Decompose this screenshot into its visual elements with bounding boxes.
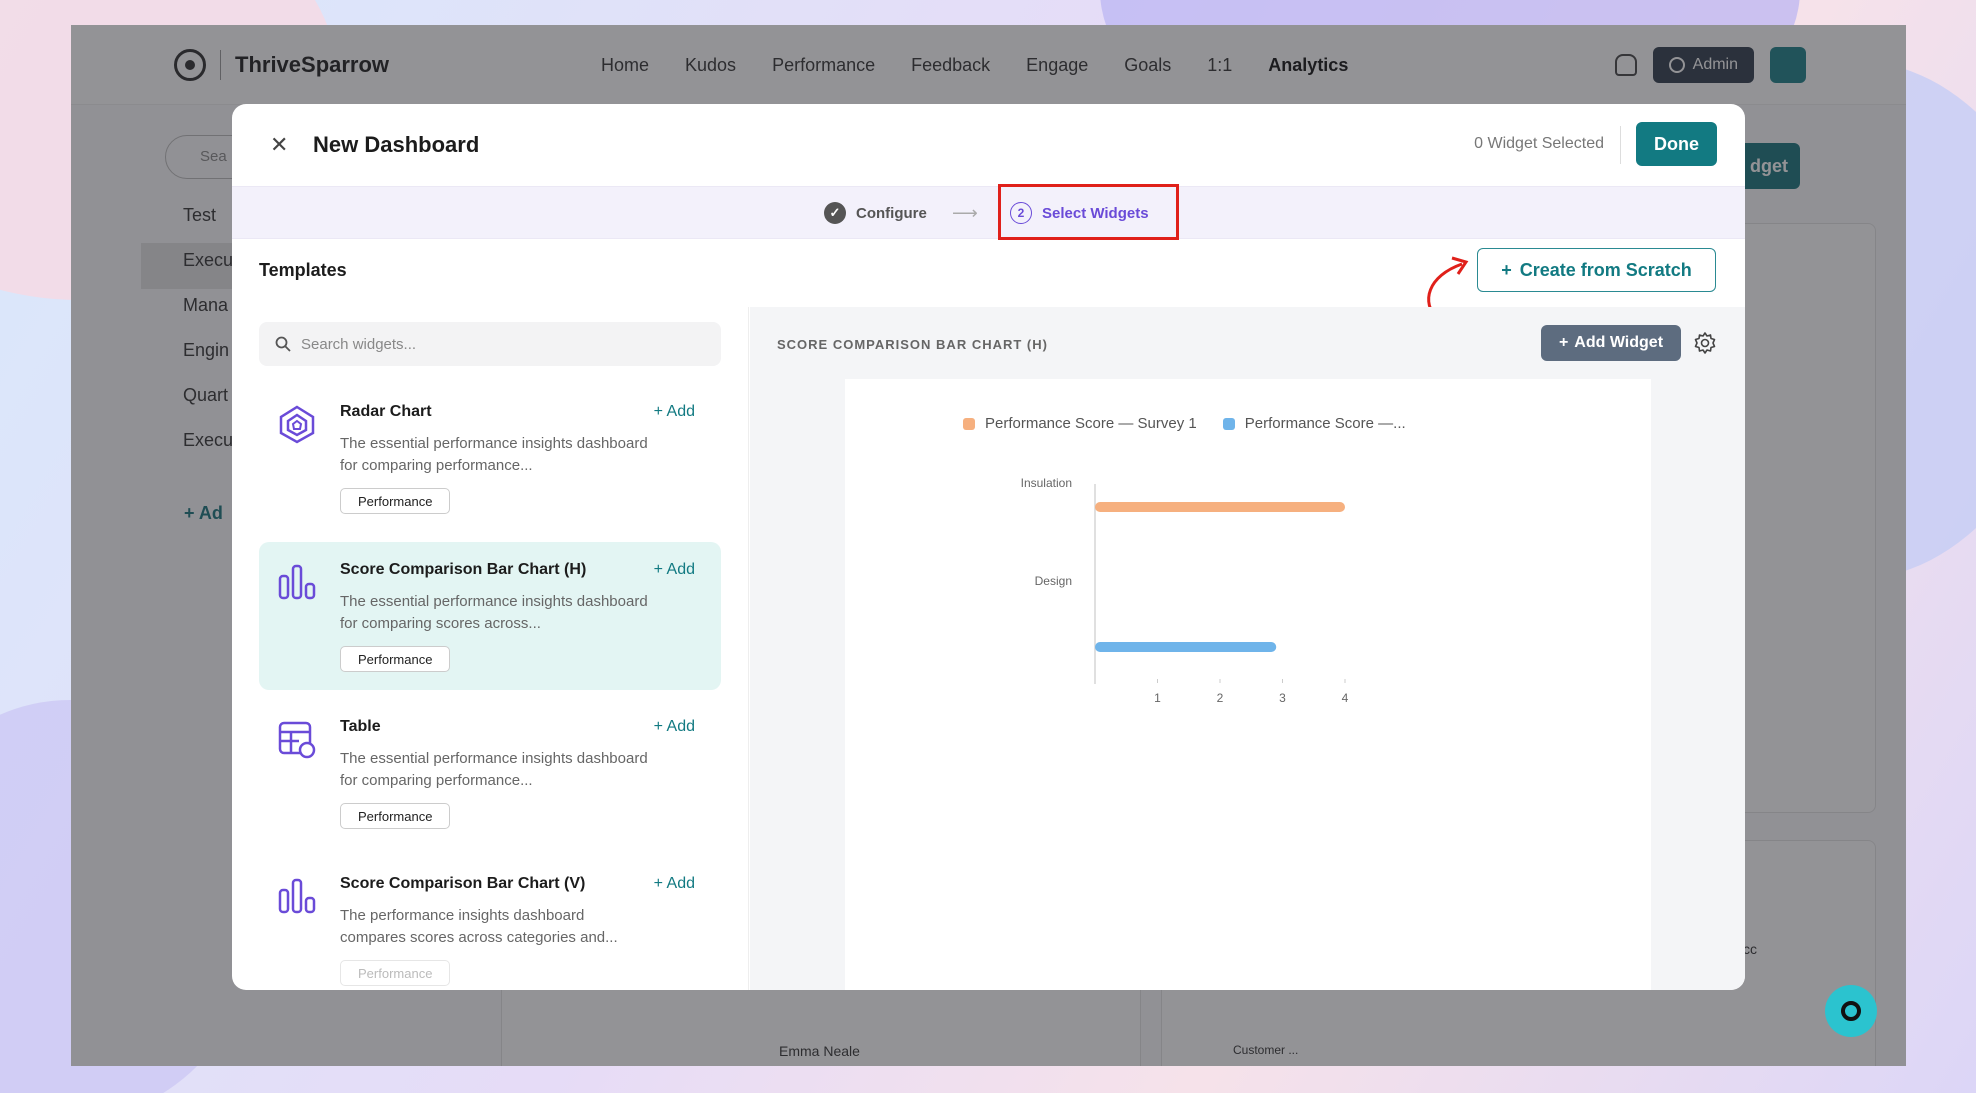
template-card-table[interactable]: Table + Add The essential performance in…	[259, 699, 721, 847]
add-widget-button[interactable]: + Add Widget	[1541, 325, 1681, 361]
table-icon	[278, 721, 316, 759]
chart-card: Performance Score — Survey 1 Performance…	[845, 379, 1651, 990]
new-dashboard-modal: ✕ New Dashboard 0 Widget Selected Done ✓…	[232, 104, 1745, 990]
bar-chart: Insulation Design 1 2 3 4	[1021, 476, 1349, 705]
close-icon[interactable]: ✕	[270, 132, 288, 158]
step-configure[interactable]: ✓ Configure	[824, 202, 927, 224]
legend-item[interactable]: Performance Score —...	[1222, 415, 1406, 432]
add-template-button[interactable]: + Add	[654, 561, 695, 579]
template-tag: Performance	[340, 646, 451, 672]
x-tick-label: 1	[1154, 691, 1161, 705]
template-description: The essential performance insights dashb…	[340, 435, 648, 474]
template-tag: Performance	[340, 488, 451, 514]
template-name: Table	[340, 718, 381, 735]
create-from-scratch-button[interactable]: + Create from Scratch	[1477, 248, 1716, 292]
x-tick-label: 2	[1217, 691, 1224, 705]
template-name: Radar Chart	[340, 403, 432, 420]
template-card-bar-v[interactable]: Score Comparison Bar Chart (V) + Add The…	[259, 856, 721, 990]
check-circle-icon: ✓	[824, 202, 846, 224]
chat-launcher-button[interactable]	[1825, 985, 1877, 1037]
plus-icon: +	[1558, 334, 1569, 351]
template-card-radar[interactable]: Radar Chart + Add The essential performa…	[259, 384, 721, 532]
preview-pane: SCORE COMPARISON BAR CHART (H) + Add Wid…	[750, 307, 1745, 990]
template-description: The performance insights dashboard compa…	[340, 907, 618, 946]
step-label: Configure	[856, 204, 927, 222]
template-card-bar-h[interactable]: Score Comparison Bar Chart (H) + Add The…	[259, 542, 721, 690]
step-label: Select Widgets	[1042, 204, 1149, 222]
category-label: Design	[1035, 574, 1072, 588]
bar	[1095, 502, 1345, 512]
templates-title: Templates	[259, 260, 347, 280]
search-widgets-field[interactable]	[259, 322, 721, 366]
template-description: The essential performance insights dashb…	[340, 750, 648, 789]
template-description: The essential performance insights dashb…	[340, 593, 648, 632]
step-select-widgets[interactable]: 2 Select Widgets	[1010, 202, 1149, 224]
add-widget-label: Add Widget	[1574, 334, 1664, 351]
modal-header: ✕ New Dashboard 0 Widget Selected Done	[232, 104, 1745, 186]
legend-swatch	[1222, 417, 1235, 430]
arrow-right-icon: ⟶	[952, 203, 978, 223]
category-label: Insulation	[1021, 476, 1072, 490]
stepper: ✓ Configure ⟶ 2 Select Widgets	[232, 184, 1745, 240]
done-button[interactable]: Done	[1636, 122, 1717, 166]
preview-title: SCORE COMPARISON BAR CHART (H)	[777, 337, 1048, 352]
search-icon	[275, 336, 291, 352]
add-template-button[interactable]: + Add	[654, 403, 695, 421]
template-tag: Performance	[340, 803, 451, 829]
modal-title: New Dashboard	[313, 132, 480, 157]
add-template-button[interactable]: + Add	[654, 718, 695, 736]
x-tick-label: 3	[1279, 691, 1286, 705]
add-template-button[interactable]: + Add	[654, 875, 695, 893]
template-name: Score Comparison Bar Chart (V)	[340, 875, 586, 892]
bar	[1095, 642, 1277, 652]
chat-icon	[1841, 1001, 1861, 1021]
legend-swatch	[963, 417, 975, 430]
templates-pane: Radar Chart + Add The essential performa…	[232, 307, 749, 990]
step-number: 2	[1010, 202, 1032, 224]
bar-chart-icon	[278, 878, 316, 914]
template-tag: Performance	[340, 960, 451, 986]
bar-chart-icon	[278, 564, 316, 600]
header-divider	[1620, 126, 1621, 164]
plus-icon: +	[1501, 259, 1512, 280]
radar-icon	[279, 405, 315, 444]
create-from-scratch-label: Create from Scratch	[1519, 259, 1692, 280]
legend-label: Performance Score —...	[1244, 415, 1406, 432]
widget-selected-count: 0 Widget Selected	[1474, 135, 1604, 152]
chart-legend: Performance Score — Survey 1 Performance…	[963, 415, 1406, 432]
x-tick-label: 4	[1342, 691, 1349, 705]
gear-icon[interactable]	[1693, 331, 1717, 355]
legend-item[interactable]: Performance Score — Survey 1	[963, 415, 1197, 432]
search-widgets-input[interactable]	[301, 335, 701, 353]
legend-label: Performance Score — Survey 1	[985, 415, 1197, 432]
template-name: Score Comparison Bar Chart (H)	[340, 561, 587, 578]
